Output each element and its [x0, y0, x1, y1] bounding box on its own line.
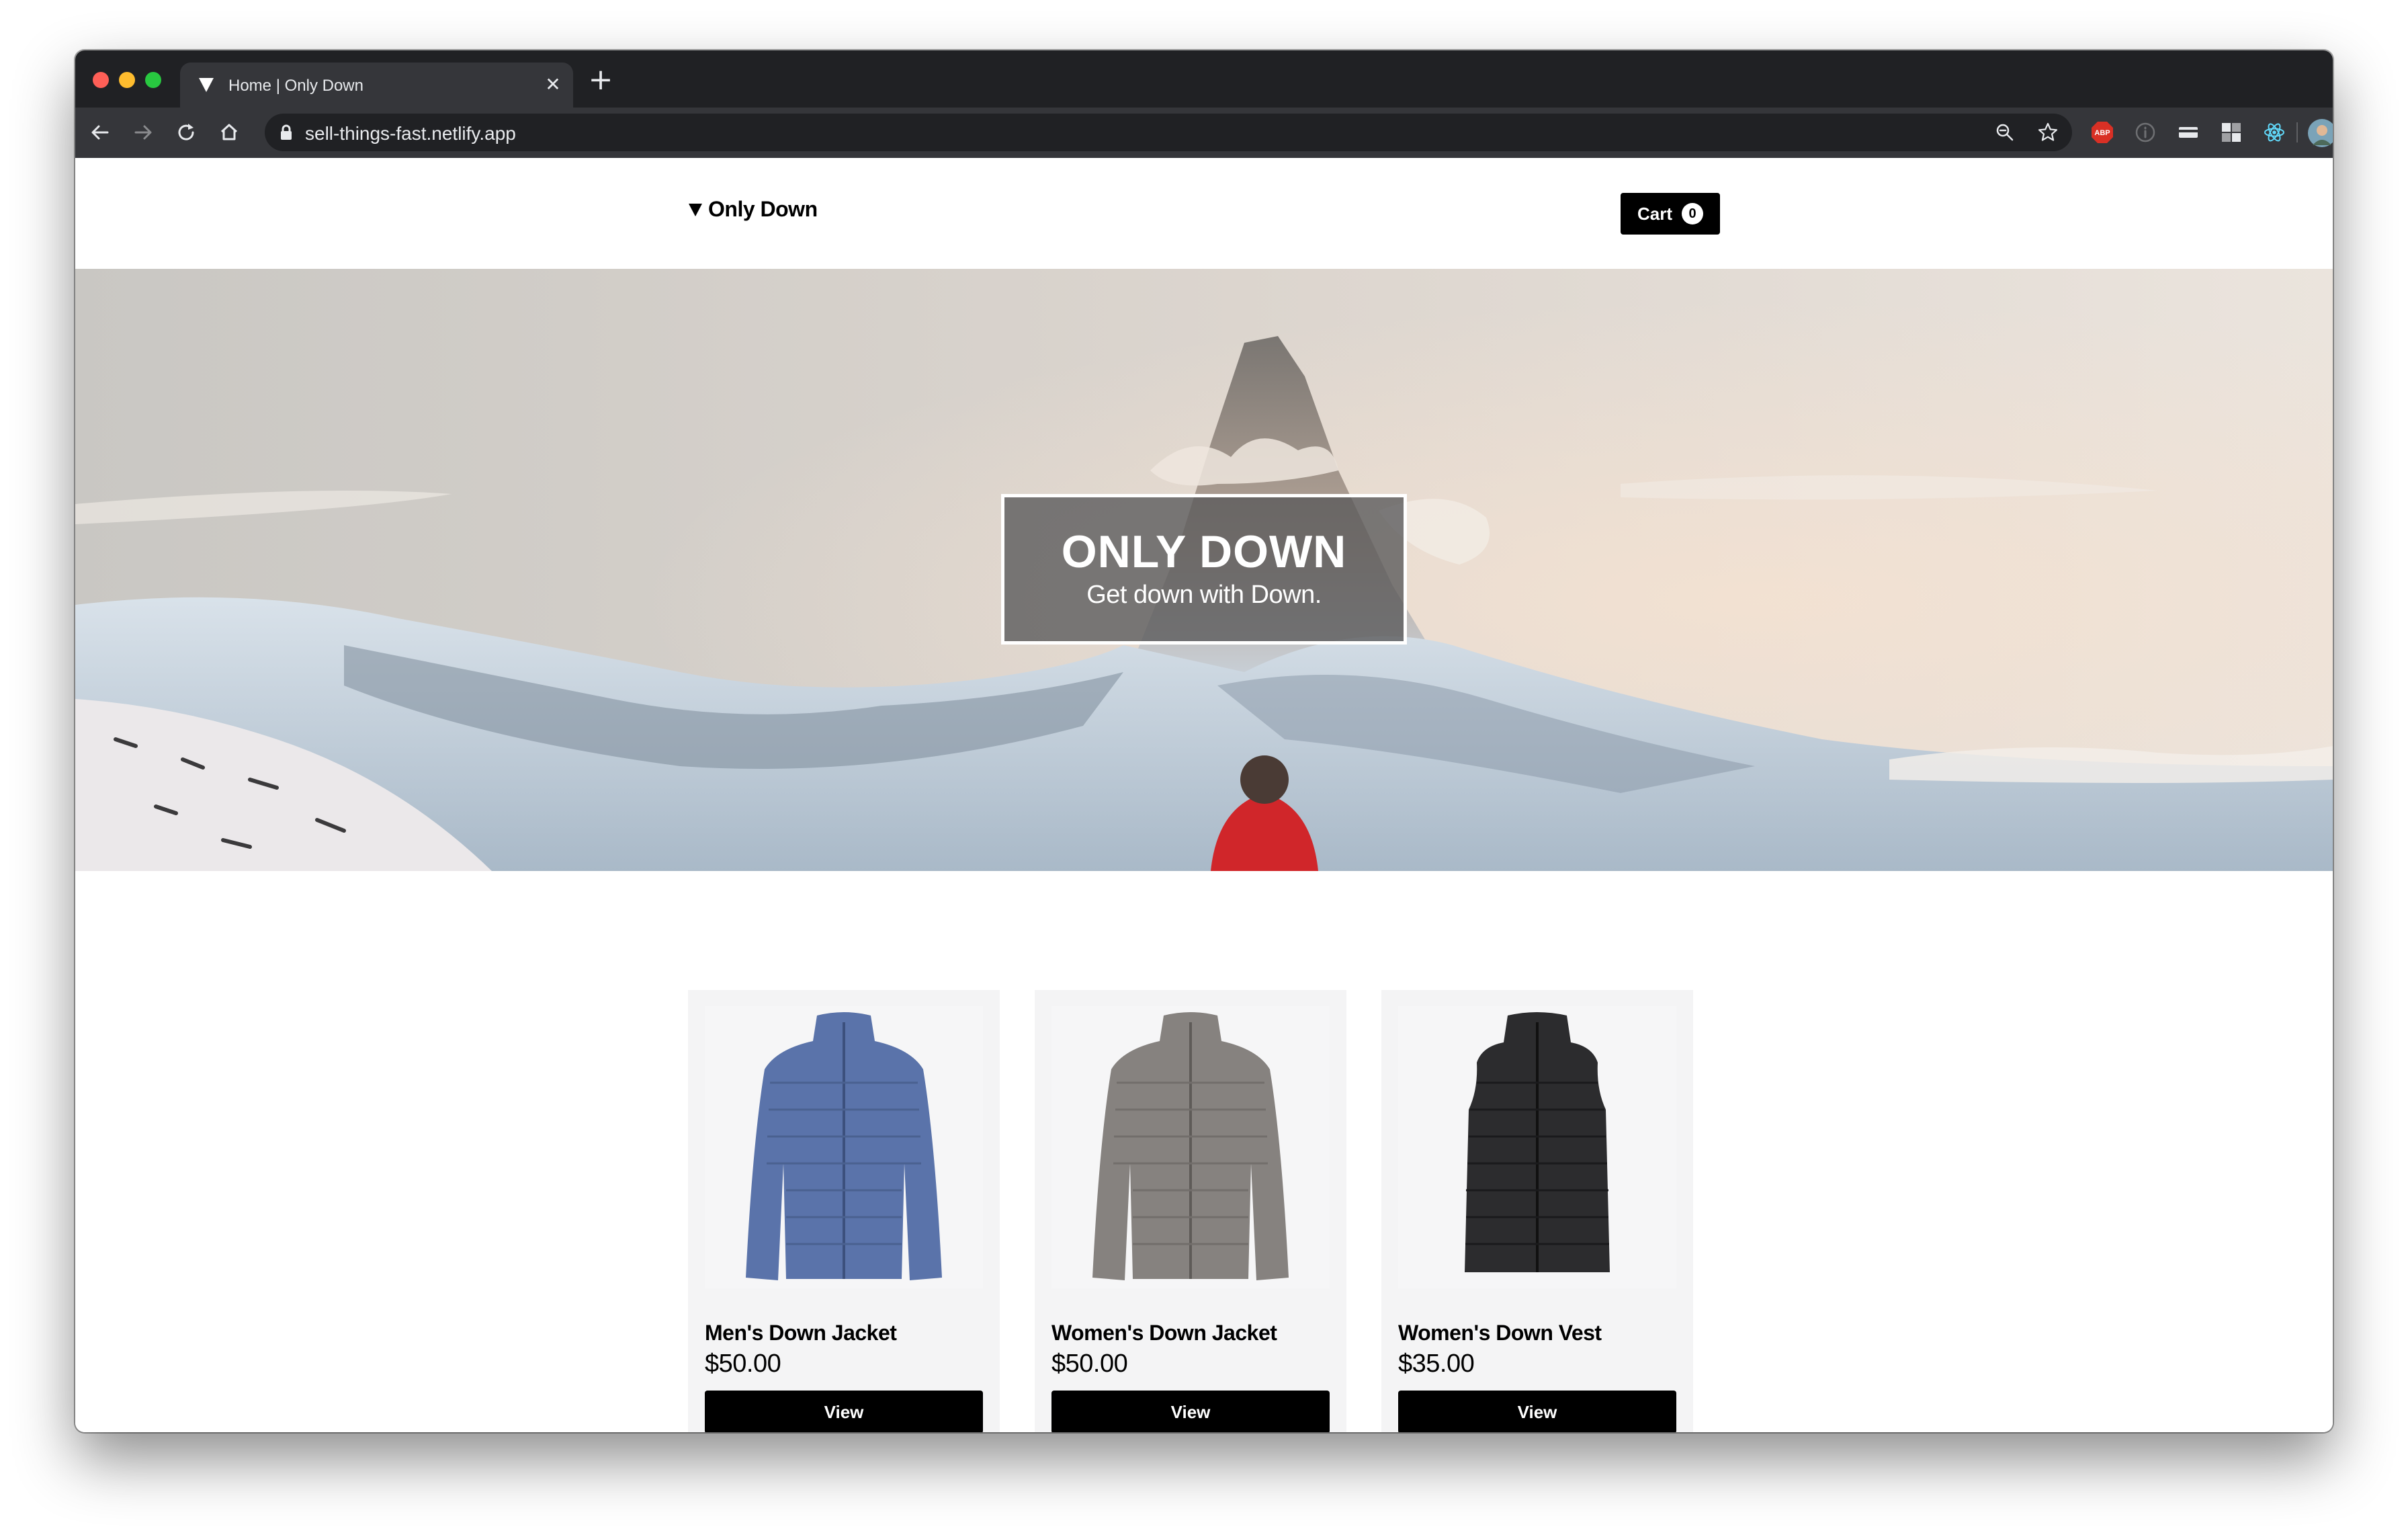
- product-name: Women's Down Jacket: [1051, 1321, 1277, 1345]
- triangle-favicon-icon: [199, 78, 214, 92]
- product-card: Women's Down Vest $35.00 View: [1381, 990, 1693, 1432]
- tab-home[interactable]: Home | Only Down ✕: [180, 63, 573, 108]
- home-icon[interactable]: [216, 120, 242, 145]
- down-triangle-icon: [689, 203, 702, 216]
- tab-strip: Home | Only Down ✕ +: [75, 50, 2333, 108]
- lock-icon: [281, 124, 292, 140]
- zoom-icon[interactable]: [1994, 122, 2016, 143]
- brand-logo-link[interactable]: Only Down: [688, 197, 818, 222]
- cart-button[interactable]: Cart 0: [1621, 193, 1720, 235]
- toolbar-divider: [2296, 122, 2298, 142]
- hero-subtitle: Get down with Down.: [1086, 581, 1322, 609]
- view-product-button[interactable]: View: [705, 1391, 983, 1432]
- hero-banner: ONLY DOWN Get down with Down.: [75, 269, 2333, 871]
- product-card: Men's Down Jacket $50.00 View: [688, 990, 1000, 1432]
- product-price: $35.00: [1398, 1350, 1475, 1378]
- profile-avatar[interactable]: [2307, 118, 2333, 148]
- back-arrow-icon[interactable]: [87, 120, 113, 145]
- cart-label: Cart: [1637, 203, 1672, 224]
- product-image: [1398, 1006, 1676, 1288]
- product-name: Women's Down Vest: [1398, 1321, 1602, 1345]
- tab-title: Home | Only Down: [228, 77, 363, 95]
- info-extension-icon[interactable]: [2134, 121, 2157, 144]
- product-card: Women's Down Jacket $50.00 View: [1035, 990, 1346, 1432]
- blue-jacket-icon: [746, 1012, 942, 1280]
- cart-count-badge: 0: [1682, 203, 1703, 224]
- address-bar[interactable]: sell-things-fast.netlify.app: [265, 114, 2072, 151]
- forward-arrow-icon[interactable]: [130, 120, 156, 145]
- maximize-window-button[interactable]: [145, 72, 161, 88]
- product-image: [705, 1006, 983, 1288]
- black-vest-icon: [1465, 1012, 1610, 1272]
- grey-jacket-icon: [1092, 1012, 1289, 1280]
- reload-icon[interactable]: [173, 120, 199, 145]
- view-product-button[interactable]: View: [1398, 1391, 1676, 1432]
- product-image: [1051, 1006, 1330, 1288]
- new-tab-icon[interactable]: +: [586, 65, 615, 95]
- browser-window: Home | Only Down ✕ + sell-things-fast.ne…: [75, 50, 2333, 1432]
- browser-toolbar: sell-things-fast.netlify.app ABP: [75, 108, 2333, 158]
- card-extension-icon[interactable]: [2177, 121, 2200, 144]
- brand-name: Only Down: [708, 197, 818, 221]
- product-price: $50.00: [1051, 1350, 1128, 1378]
- close-window-button[interactable]: [93, 72, 109, 88]
- svg-text:ABP: ABP: [2094, 129, 2110, 137]
- hero-title-card: ONLY DOWN Get down with Down.: [1001, 494, 1407, 645]
- web-page: Only Down Cart 0 ONLY DOWN Get down with…: [75, 158, 2333, 1432]
- product-grid: Men's Down Jacket $50.00 View Women's Do…: [688, 990, 1693, 1432]
- hero-title: ONLY DOWN: [1061, 526, 1347, 577]
- url-text: sell-things-fast.netlify.app: [305, 123, 516, 144]
- grid-extension-icon[interactable]: [2220, 121, 2243, 144]
- minimize-window-button[interactable]: [119, 72, 135, 88]
- adblock-extension-icon[interactable]: ABP: [2091, 121, 2114, 144]
- product-price: $50.00: [705, 1350, 781, 1378]
- product-name: Men's Down Jacket: [705, 1321, 897, 1345]
- react-devtools-icon[interactable]: [2263, 121, 2286, 144]
- close-tab-icon[interactable]: ✕: [543, 75, 563, 95]
- view-product-button[interactable]: View: [1051, 1391, 1330, 1432]
- star-bookmark-icon[interactable]: [2037, 122, 2059, 143]
- site-header: Only Down Cart 0: [75, 158, 2333, 269]
